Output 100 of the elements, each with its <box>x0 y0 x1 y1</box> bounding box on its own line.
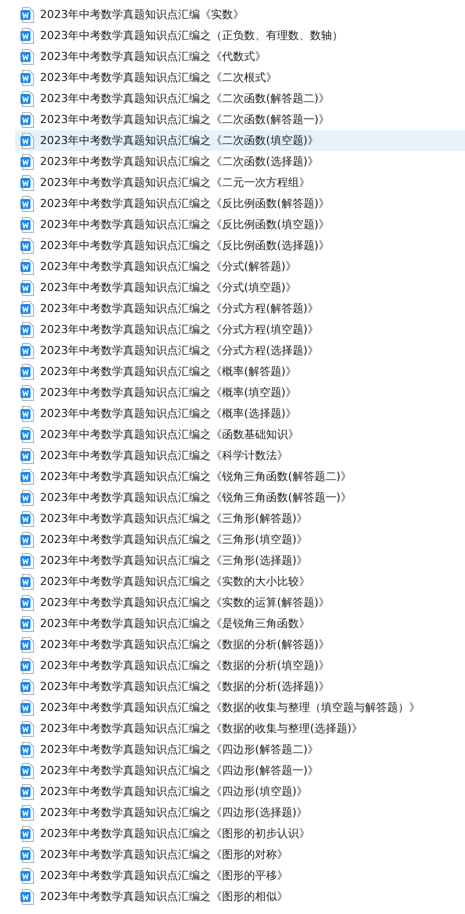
document-icon <box>20 280 34 296</box>
file-name: 2023年中考数学真题知识点汇编之《数据的分析(选择题)》 <box>40 679 330 694</box>
file-name: 2023年中考数学真题知识点汇编之《图形的平移》 <box>40 868 288 883</box>
file-item[interactable]: 2023年中考数学真题知识点汇编之《四边形(填空题)》 <box>15 781 465 802</box>
file-name: 2023年中考数学真题知识点汇编之《分式(填空题)》 <box>40 280 297 295</box>
file-item[interactable]: 2023年中考数学真题知识点汇编之《数据的收集与整理(选择题)》 <box>15 718 465 739</box>
file-name: 2023年中考数学真题知识点汇编之《概率(解答题)》 <box>40 364 297 379</box>
file-item[interactable]: 2023年中考数学真题知识点汇编之《函数基础知识》 <box>15 424 465 445</box>
file-item[interactable]: 2023年中考数学真题知识点汇编之《实数的大小比较》 <box>15 571 465 592</box>
file-name: 2023年中考数学真题知识点汇编之《分式方程(填空题)》 <box>40 322 319 337</box>
file-item[interactable]: 2023年中考数学真题知识点汇编之《二元一次方程组》 <box>15 172 465 193</box>
document-icon <box>20 742 34 758</box>
file-name: 2023年中考数学真题知识点汇编之《图形的初步认识》 <box>40 826 310 841</box>
file-name: 2023年中考数学真题知识点汇编之《数据的收集与整理(选择题)》 <box>40 721 363 736</box>
document-icon <box>20 112 34 128</box>
document-icon <box>20 468 34 484</box>
file-name: 2023年中考数学真题知识点汇编之《分式方程(选择题)》 <box>40 343 319 358</box>
file-item[interactable]: 2023年中考数学真题知识点汇编之《二次函数(解答题二)》 <box>15 88 465 109</box>
file-item[interactable]: 2023年中考数学真题知识点汇编之《四边形(解答题一)》 <box>15 760 465 781</box>
document-icon <box>20 804 34 820</box>
file-item[interactable]: 2023年中考数学真题知识点汇编之《二次根式》 <box>15 67 465 88</box>
file-item[interactable]: 2023年中考数学真题知识点汇编之《概率(选择题)》 <box>15 403 465 424</box>
document-icon <box>20 532 34 548</box>
document-icon <box>20 720 34 736</box>
document-icon <box>20 784 34 800</box>
file-name: 2023年中考数学真题知识点汇编之《分式方程(解答题)》 <box>40 301 319 316</box>
document-icon <box>20 322 34 338</box>
file-item[interactable]: 2023年中考数学真题知识点汇编之《图形的对称》 <box>15 844 465 865</box>
file-name: 2023年中考数学真题知识点汇编之《图形的对称》 <box>40 847 288 862</box>
file-item[interactable]: 2023年中考数学真题知识点汇编之《分式方程(选择题)》 <box>15 340 465 361</box>
file-item[interactable]: 2023年中考数学真题知识点汇编之《图形的初步认识》 <box>15 823 465 844</box>
document-icon <box>20 70 34 86</box>
file-name: 2023年中考数学真题知识点汇编之《科学计数法》 <box>40 448 288 463</box>
file-item[interactable]: 2023年中考数学真题知识点汇编之《三角形(填空题)》 <box>15 529 465 550</box>
file-item[interactable]: 2023年中考数学真题知识点汇编之《数据的分析(解答题)》 <box>15 634 465 655</box>
file-item[interactable]: 2023年中考数学真题知识点汇编之《分式(填空题)》 <box>15 277 465 298</box>
file-name: 2023年中考数学真题知识点汇编之《三角形(解答题)》 <box>40 511 308 526</box>
file-item[interactable]: 2023年中考数学真题知识点汇编之《锐角三角函数(解答题二)》 <box>15 466 465 487</box>
file-item[interactable]: 2023年中考数学真题知识点汇编之《图形的平移》 <box>15 865 465 886</box>
document-icon <box>20 826 34 842</box>
file-name: 2023年中考数学真题知识点汇编之《二次函数(填空题)》 <box>40 133 319 148</box>
file-item[interactable]: 2023年中考数学真题知识点汇编之《三角形(选择题)》 <box>15 550 465 571</box>
document-icon <box>20 174 34 190</box>
file-item[interactable]: 2023年中考数学真题知识点汇编之《概率(解答题)》 <box>15 361 465 382</box>
file-name: 2023年中考数学真题知识点汇编《实数》 <box>40 7 244 22</box>
file-item[interactable]: 2023年中考数学真题知识点汇编之《实数的运算(解答题)》 <box>15 592 465 613</box>
file-name: 2023年中考数学真题知识点汇编之《是锐角三角函数》 <box>40 616 310 631</box>
file-item[interactable]: 2023年中考数学真题知识点汇编之《反比例函数(填空题)》 <box>15 214 465 235</box>
document-icon <box>20 594 34 610</box>
file-item[interactable]: 2023年中考数学真题知识点汇编之《锐角三角函数(解答题一)》 <box>15 487 465 508</box>
document-icon <box>20 658 34 674</box>
file-item[interactable]: 2023年中考数学真题知识点汇编之《四边形(解答题二)》 <box>15 739 465 760</box>
file-item[interactable]: 2023年中考数学真题知识点汇编之《概率(填空题)》 <box>15 382 465 403</box>
file-item[interactable]: 2023年中考数学真题知识点汇编之《数据的收集与整理（填空题与解答题）》 <box>15 697 465 718</box>
file-item[interactable]: 2023年中考数学真题知识点汇编之《科学计数法》 <box>15 445 465 466</box>
file-item[interactable]: 2023年中考数学真题知识点汇编之《分式方程(填空题)》 <box>15 319 465 340</box>
file-name: 2023年中考数学真题知识点汇编之《数据的分析(解答题)》 <box>40 637 330 652</box>
file-item[interactable]: 2023年中考数学真题知识点汇编之《二次函数(选择题)》 <box>15 151 465 172</box>
document-icon <box>20 448 34 464</box>
document-icon <box>20 216 34 232</box>
file-name: 2023年中考数学真题知识点汇编之《函数基础知识》 <box>40 427 299 442</box>
document-icon <box>20 196 34 212</box>
file-name: 2023年中考数学真题知识点汇编之（正负数、有理数、数轴） <box>40 28 343 43</box>
document-icon <box>20 90 34 106</box>
file-item[interactable]: 2023年中考数学真题知识点汇编之《数据的分析(填空题)》 <box>15 655 465 676</box>
file-item[interactable]: 2023年中考数学真题知识点汇编之《二次函数(解答题一)》 <box>15 109 465 130</box>
document-icon <box>20 868 34 884</box>
document-icon <box>20 616 34 632</box>
document-icon <box>20 510 34 526</box>
file-item[interactable]: 2023年中考数学真题知识点汇编之《数据的分析(选择题)》 <box>15 676 465 697</box>
document-icon <box>20 406 34 422</box>
file-item[interactable]: 2023年中考数学真题知识点汇编之《三角形(解答题)》 <box>15 508 465 529</box>
file-item[interactable]: 2023年中考数学真题知识点汇编之《四边形(选择题)》 <box>15 802 465 823</box>
file-name: 2023年中考数学真题知识点汇编之《分式(解答题)》 <box>40 259 297 274</box>
document-icon <box>20 154 34 170</box>
file-name: 2023年中考数学真题知识点汇编之《反比例函数(解答题)》 <box>40 196 330 211</box>
file-name: 2023年中考数学真题知识点汇编之《代数式》 <box>40 49 266 64</box>
file-item[interactable]: 2023年中考数学真题知识点汇编之《分式方程(解答题)》 <box>15 298 465 319</box>
file-item[interactable]: 2023年中考数学真题知识点汇编之《二次函数(填空题)》 <box>15 130 465 151</box>
file-name: 2023年中考数学真题知识点汇编之《锐角三角函数(解答题二)》 <box>40 469 352 484</box>
file-item[interactable]: 2023年中考数学真题知识点汇编之（正负数、有理数、数轴） <box>15 25 465 46</box>
file-name: 2023年中考数学真题知识点汇编之《二次函数(解答题一)》 <box>40 112 330 127</box>
file-name: 2023年中考数学真题知识点汇编之《二元一次方程组》 <box>40 175 310 190</box>
file-name: 2023年中考数学真题知识点汇编之《数据的分析(填空题)》 <box>40 658 330 673</box>
document-icon <box>20 888 34 904</box>
file-name: 2023年中考数学真题知识点汇编之《二次函数(解答题二)》 <box>40 91 330 106</box>
file-name: 2023年中考数学真题知识点汇编之《实数的运算(解答题)》 <box>40 595 330 610</box>
file-item[interactable]: 2023年中考数学真题知识点汇编之《分式(解答题)》 <box>15 256 465 277</box>
file-name: 2023年中考数学真题知识点汇编之《四边形(解答题二)》 <box>40 742 319 757</box>
file-item[interactable]: 2023年中考数学真题知识点汇编之《是锐角三角函数》 <box>15 613 465 634</box>
file-item[interactable]: 2023年中考数学真题知识点汇编之《反比例函数(选择题)》 <box>15 235 465 256</box>
file-item[interactable]: 2023年中考数学真题知识点汇编之《代数式》 <box>15 46 465 67</box>
file-item[interactable]: 2023年中考数学真题知识点汇编《实数》 <box>15 4 465 25</box>
document-icon <box>20 48 34 64</box>
file-name: 2023年中考数学真题知识点汇编之《反比例函数(填空题)》 <box>40 217 330 232</box>
document-icon <box>20 426 34 442</box>
file-name: 2023年中考数学真题知识点汇编之《实数的大小比较》 <box>40 574 310 589</box>
file-item[interactable]: 2023年中考数学真题知识点汇编之《反比例函数(解答题)》 <box>15 193 465 214</box>
file-name: 2023年中考数学真题知识点汇编之《三角形(选择题)》 <box>40 553 308 568</box>
file-item[interactable]: 2023年中考数学真题知识点汇编之《图形的相似》 <box>15 886 465 907</box>
